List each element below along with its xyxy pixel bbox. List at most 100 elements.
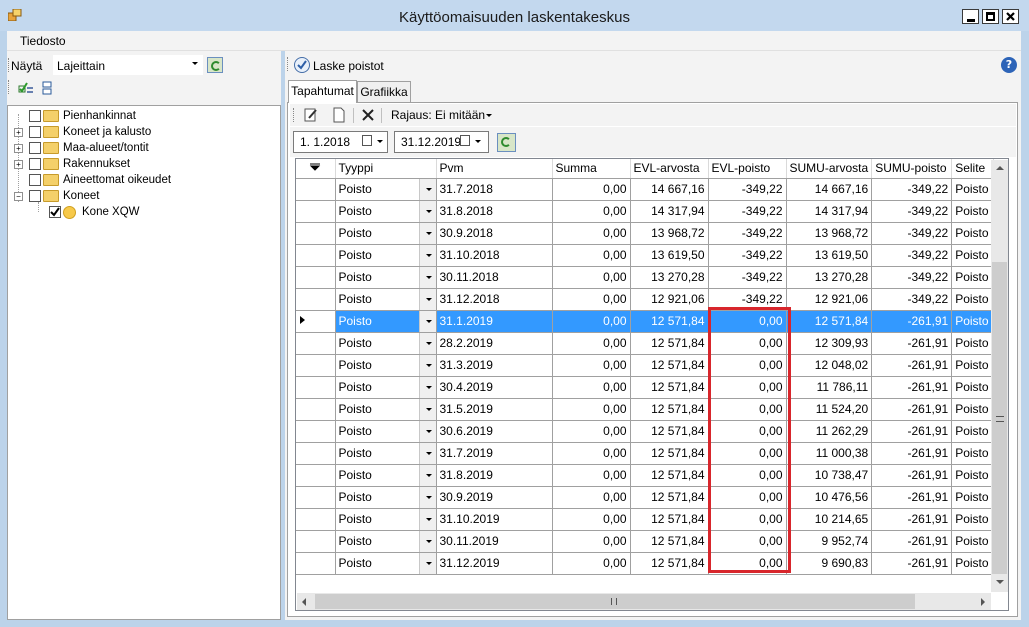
uncheck-all-icon[interactable] <box>40 80 56 96</box>
table-cell[interactable]: 14 317,94 <box>630 200 709 223</box>
tree-checkbox[interactable] <box>29 142 41 154</box>
table-cell[interactable]: 28.2.2019 <box>436 332 553 355</box>
chevron-down-icon[interactable] <box>418 178 435 199</box>
check-circle-icon[interactable] <box>294 57 310 73</box>
table-cell[interactable]: 0,00 <box>552 420 631 443</box>
tree-checkbox[interactable] <box>29 174 41 186</box>
table-cell[interactable]: -261,91 <box>871 530 953 553</box>
row-header[interactable] <box>296 530 336 553</box>
expand-icon[interactable]: + <box>14 144 23 153</box>
chevron-down-icon[interactable] <box>418 222 435 243</box>
table-cell[interactable]: 13 968,72 <box>786 222 873 245</box>
column-header[interactable]: SUMU-arvosta <box>786 159 873 179</box>
table-cell[interactable]: -261,91 <box>871 332 953 355</box>
table-cell[interactable]: -261,91 <box>871 486 953 509</box>
table-cell[interactable]: 0,00 <box>552 244 631 267</box>
delete-icon[interactable] <box>360 107 376 123</box>
table-cell[interactable]: Poisto <box>951 222 995 245</box>
table-cell[interactable]: 12 048,02 <box>786 354 873 377</box>
type-cell[interactable]: Poisto <box>335 178 437 201</box>
chevron-down-icon[interactable] <box>418 486 435 507</box>
table-cell[interactable]: 0,00 <box>552 508 631 531</box>
column-header[interactable]: Pvm <box>436 159 553 179</box>
table-cell[interactable]: Poisto <box>951 354 995 377</box>
table-cell[interactable]: 13 968,72 <box>630 222 709 245</box>
asset-tree[interactable]: Pienhankinnat + Koneet ja kalusto + Maa-… <box>7 105 281 620</box>
table-cell[interactable]: Poisto <box>951 332 995 355</box>
row-header[interactable] <box>296 552 336 575</box>
table-row[interactable]: Poisto 31.8.2018 0,00 14 317,94 -349,22 14 31… <box>296 200 995 223</box>
table-cell[interactable]: -261,91 <box>871 420 953 443</box>
table-cell[interactable]: 10 738,47 <box>786 464 873 487</box>
row-header[interactable] <box>296 508 336 531</box>
transactions-grid[interactable]: Tyyppi Pvm Summa EVL-arvosta EVL-poisto … <box>295 158 1009 611</box>
table-row[interactable]: Poisto 31.10.2018 0,00 13 619,50 -349,22 13 6… <box>296 244 995 267</box>
table-cell[interactable]: 31.8.2018 <box>436 200 553 223</box>
tree-checkbox[interactable] <box>29 126 41 138</box>
table-cell[interactable]: 13 619,50 <box>786 244 873 267</box>
table-cell[interactable]: 0,00 <box>552 200 631 223</box>
table-cell[interactable]: -349,22 <box>871 266 953 289</box>
table-cell[interactable]: 31.10.2019 <box>436 508 553 531</box>
chevron-down-icon[interactable] <box>475 140 481 143</box>
table-cell[interactable]: 0,00 <box>552 178 631 201</box>
chevron-down-icon[interactable] <box>418 200 435 221</box>
row-header[interactable] <box>296 266 336 289</box>
chevron-down-icon[interactable] <box>377 140 383 143</box>
table-cell[interactable]: 12 571,84 <box>630 530 709 553</box>
chevron-down-icon[interactable] <box>418 244 435 265</box>
table-cell[interactable]: Poisto <box>951 530 995 553</box>
table-cell[interactable]: 10 214,65 <box>786 508 873 531</box>
table-cell[interactable]: -349,22 <box>871 288 953 311</box>
table-cell[interactable]: 31.12.2019 <box>436 552 553 575</box>
chevron-down-icon[interactable] <box>418 376 435 397</box>
table-row[interactable]: Poisto 31.7.2019 0,00 12 571,84 0,00 11 000,3… <box>296 442 995 465</box>
refresh-icon[interactable] <box>207 57 223 73</box>
column-header[interactable]: Tyyppi <box>335 159 437 179</box>
table-cell[interactable]: Poisto <box>951 442 995 465</box>
table-cell[interactable]: 12 571,84 <box>630 442 709 465</box>
row-header[interactable] <box>296 398 336 421</box>
row-header[interactable] <box>296 442 336 465</box>
chevron-down-icon[interactable] <box>418 354 435 375</box>
chevron-down-icon[interactable] <box>418 530 435 551</box>
table-cell[interactable]: 11 524,20 <box>786 398 873 421</box>
table-row[interactable]: Poisto 30.9.2018 0,00 13 968,72 -349,22 13 96… <box>296 222 995 245</box>
type-cell[interactable]: Poisto <box>335 332 437 355</box>
chevron-down-icon[interactable] <box>418 464 435 485</box>
table-cell[interactable]: 0,00 <box>552 486 631 509</box>
table-cell[interactable]: -261,91 <box>871 310 953 333</box>
table-cell[interactable]: 12 309,93 <box>786 332 873 355</box>
table-cell[interactable]: 0,00 <box>552 310 631 333</box>
table-cell[interactable]: Poisto <box>951 178 995 201</box>
table-row[interactable]: Poisto 30.9.2019 0,00 12 571,84 0,00 10 476,5… <box>296 486 995 509</box>
minimize-button[interactable] <box>962 9 979 24</box>
scroll-up-icon[interactable] <box>996 166 1004 170</box>
table-cell[interactable]: 10 476,56 <box>786 486 873 509</box>
table-cell[interactable]: 12 921,06 <box>786 288 873 311</box>
collapse-icon[interactable]: − <box>14 192 23 201</box>
table-cell[interactable]: 9 690,83 <box>786 552 873 575</box>
table-cell[interactable]: -349,22 <box>708 266 787 289</box>
table-row[interactable]: Poisto 30.11.2019 0,00 12 571,84 0,00 9 952,7… <box>296 530 995 553</box>
tree-checkbox[interactable] <box>29 190 41 202</box>
table-cell[interactable]: 0,00 <box>552 266 631 289</box>
table-row[interactable]: Poisto 30.6.2019 0,00 12 571,84 0,00 11 262,2… <box>296 420 995 443</box>
tab-tapahtumat[interactable]: Tapahtumat <box>288 80 357 103</box>
table-cell[interactable]: 12 921,06 <box>630 288 709 311</box>
tab-grafiikka[interactable]: Grafiikka <box>357 81 411 103</box>
table-row[interactable]: Poisto 28.2.2019 0,00 12 571,84 0,00 12 309,9… <box>296 332 995 355</box>
table-cell[interactable]: 0,00 <box>552 332 631 355</box>
table-cell[interactable]: 30.11.2019 <box>436 530 553 553</box>
table-cell[interactable]: 0,00 <box>552 552 631 575</box>
table-cell[interactable]: -261,91 <box>871 376 953 399</box>
table-cell[interactable]: Poisto <box>951 376 995 399</box>
chevron-down-icon[interactable] <box>418 288 435 309</box>
row-header[interactable] <box>296 420 336 443</box>
chevron-down-icon[interactable] <box>418 508 435 529</box>
type-cell[interactable]: Poisto <box>335 420 437 443</box>
table-cell[interactable]: 11 786,11 <box>786 376 873 399</box>
check-all-icon[interactable] <box>18 80 34 96</box>
table-cell[interactable]: Poisto <box>951 288 995 311</box>
tree-checkbox[interactable] <box>29 158 41 170</box>
